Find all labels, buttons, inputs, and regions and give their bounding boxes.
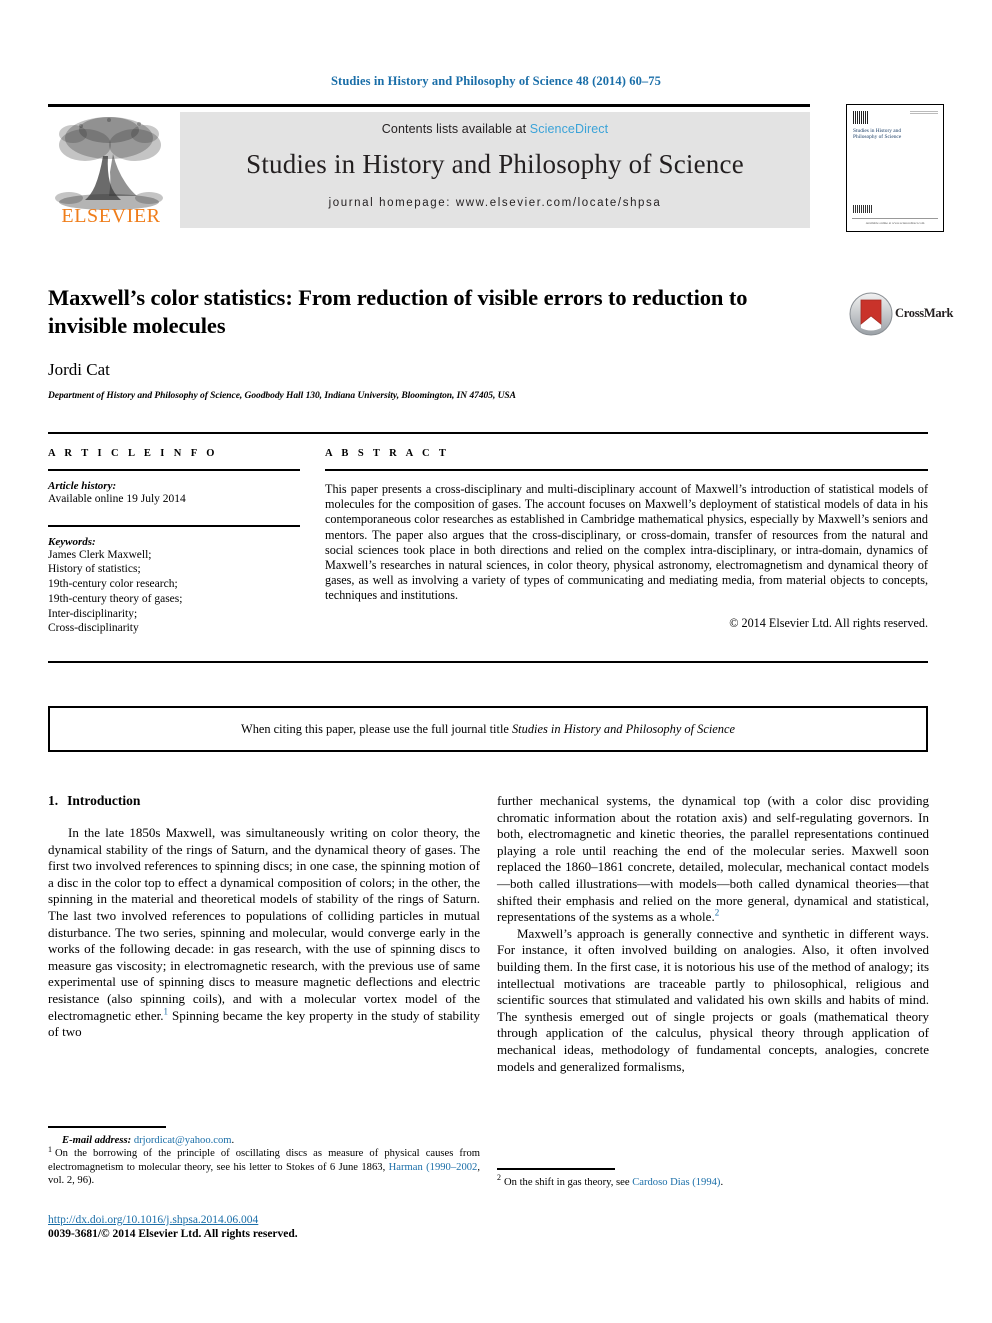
article-history-label: Article history: — [48, 480, 117, 492]
page-title: Maxwell’s color statistics: From reducti… — [48, 285, 748, 338]
email-link[interactable]: drjordicat@yahoo.com — [134, 1135, 232, 1146]
footnote-2-text-a: On the shift in gas theory, see — [504, 1176, 633, 1188]
footnote-marker-2[interactable]: 2 — [715, 908, 720, 918]
footnote-2-number: 2 — [497, 1173, 501, 1183]
article-info-heading: A R T I C L E I N F O — [48, 448, 218, 459]
keyword-item: Cross-disciplinarity — [48, 622, 139, 635]
abstract-rule — [325, 469, 928, 471]
citation-notice-journal: Studies in History and Philosophy of Sci… — [511, 721, 735, 736]
journal-homepage-link[interactable]: journal homepage: www.elsevier.com/locat… — [180, 197, 810, 209]
cover-title: Studies in History and Philosophy of Sci… — [853, 128, 902, 141]
doi-link[interactable]: http://dx.doi.org/10.1016/j.shpsa.2014.0… — [48, 1214, 518, 1226]
citation-notice-prefix: When citing this paper, please use the f… — [241, 721, 512, 736]
issn-copyright-line: 0039-3681/© 2014 Elsevier Ltd. All right… — [48, 1228, 298, 1240]
contents-prefix: Contents lists available at — [381, 122, 530, 136]
journal-title: Studies in History and Philosophy of Sci… — [246, 149, 744, 179]
section-title-text: Introduction — [67, 793, 141, 808]
section-heading-introduction: 1. Introduction — [48, 793, 480, 809]
intro-paragraph-text: In the late 1850s Maxwell, was simultane… — [48, 825, 480, 1023]
title-block: Maxwell’s color statistics: From reducti… — [48, 284, 818, 401]
keyword-item: James Clerk Maxwell; — [48, 548, 152, 561]
keyword-item: 19th-century theory of gases; — [48, 592, 183, 605]
masthead-top-rule — [48, 104, 810, 107]
article-info-rule — [48, 469, 300, 471]
body-paragraph-1-text: further mechanical systems, the dynamica… — [497, 793, 929, 925]
crossmark-badge[interactable]: CrossMark — [849, 292, 953, 338]
elsevier-tree-logo: ELSEVIER — [51, 112, 167, 228]
cover-footer-text: Available online at www.sciencedirect.co… — [852, 218, 938, 225]
citation-notice-box: When citing this paper, please use the f… — [48, 706, 928, 752]
abstract-body: This paper presents a cross-disciplinary… — [325, 482, 928, 603]
body-paragraph-2: Maxwell’s approach is generally connecti… — [497, 925, 929, 1074]
doi-footer: http://dx.doi.org/10.1016/j.shpsa.2014.0… — [48, 1214, 518, 1240]
email-suffix: . — [231, 1134, 235, 1146]
info-top-rule — [48, 432, 928, 434]
footnote-1-number: 1 — [48, 1144, 52, 1154]
intro-paragraph: In the late 1850s Maxwell, was simultane… — [48, 825, 480, 1041]
keyword-item: Inter-disciplinarity; — [48, 607, 138, 620]
journal-cover-thumbnail[interactable]: Studies in History and Philosophy of Sci… — [846, 104, 944, 232]
footnote-2-text-b: . — [720, 1176, 724, 1188]
keyword-item: History of statistics; — [48, 563, 141, 576]
keywords-label: Keywords: — [48, 535, 96, 548]
footnote-email: E-mail address: drjordicat@yahoo.com. — [48, 1134, 480, 1148]
footnote-2: 2 On the shift in gas theory, see Cardoso… — [497, 1173, 929, 1190]
keywords-rule — [48, 524, 300, 527]
footnote-1: 1 On the borrowing of the principle of os… — [48, 1144, 480, 1188]
email-label: E-mail address: — [62, 1134, 132, 1146]
footnote-block-right: 2 On the shift in gas theory, see Cardoso… — [497, 1168, 929, 1189]
journal-banner: Contents lists available at ScienceDirec… — [180, 112, 810, 228]
abstract-column: A B S T R A C T This paper presents a cr… — [325, 448, 928, 631]
info-bottom-rule — [48, 661, 928, 663]
crossmark-icon — [849, 292, 893, 336]
citation-notice-text: When citing this paper, please use the f… — [241, 722, 735, 737]
article-history-value: Available online 19 July 2014 — [48, 493, 186, 505]
author-name: Jordi Cat — [48, 360, 110, 379]
author-affiliation: Department of History and Philosophy of … — [48, 391, 516, 401]
running-head: Studies in History and Philosophy of Sci… — [331, 74, 661, 88]
crossmark-label: CrossMark — [895, 306, 954, 320]
footnote-marker-1[interactable]: 1 — [164, 1006, 169, 1016]
journal-masthead: ELSEVIER Contents lists available at Sci… — [48, 104, 944, 232]
section-number: 1. — [48, 793, 59, 808]
footnote-2-reference-link[interactable]: Cardoso Dias (1994) — [632, 1177, 720, 1188]
abstract-heading: A B S T R A C T — [325, 448, 450, 459]
article-info-column: A R T I C L E I N F O Article history: A… — [48, 448, 300, 636]
paper-page: Studies in History and Philosophy of Sci… — [0, 0, 992, 1323]
footnote-rule-left — [48, 1126, 166, 1128]
elsevier-wordmark: ELSEVIER — [61, 205, 161, 227]
body-column-left: 1. Introduction In the late 1850s Maxwell… — [48, 793, 480, 1041]
footnote-block-left: E-mail address: drjordicat@yahoo.com. 1O… — [48, 1126, 480, 1188]
keyword-item: 19th-century color research; — [48, 578, 178, 591]
body-paragraph-continued: further mechanical systems, the dynamica… — [497, 793, 929, 926]
sciencedirect-link[interactable]: ScienceDirect — [530, 122, 608, 136]
contents-available-line: Contents lists available at ScienceDirec… — [180, 112, 810, 136]
footnote-rule-right — [497, 1168, 615, 1170]
footnote-1-reference-link[interactable]: Harman (1990–2002 — [389, 1162, 478, 1173]
cover-logo-block — [853, 111, 869, 124]
cover-topright-marks — [910, 111, 938, 114]
cover-bottom-logo — [853, 205, 873, 213]
keywords-list: James Clerk Maxwell; History of statisti… — [48, 548, 300, 637]
abstract-copyright: © 2014 Elsevier Ltd. All rights reserved… — [729, 615, 928, 630]
body-column-right: further mechanical systems, the dynamica… — [497, 793, 929, 1075]
